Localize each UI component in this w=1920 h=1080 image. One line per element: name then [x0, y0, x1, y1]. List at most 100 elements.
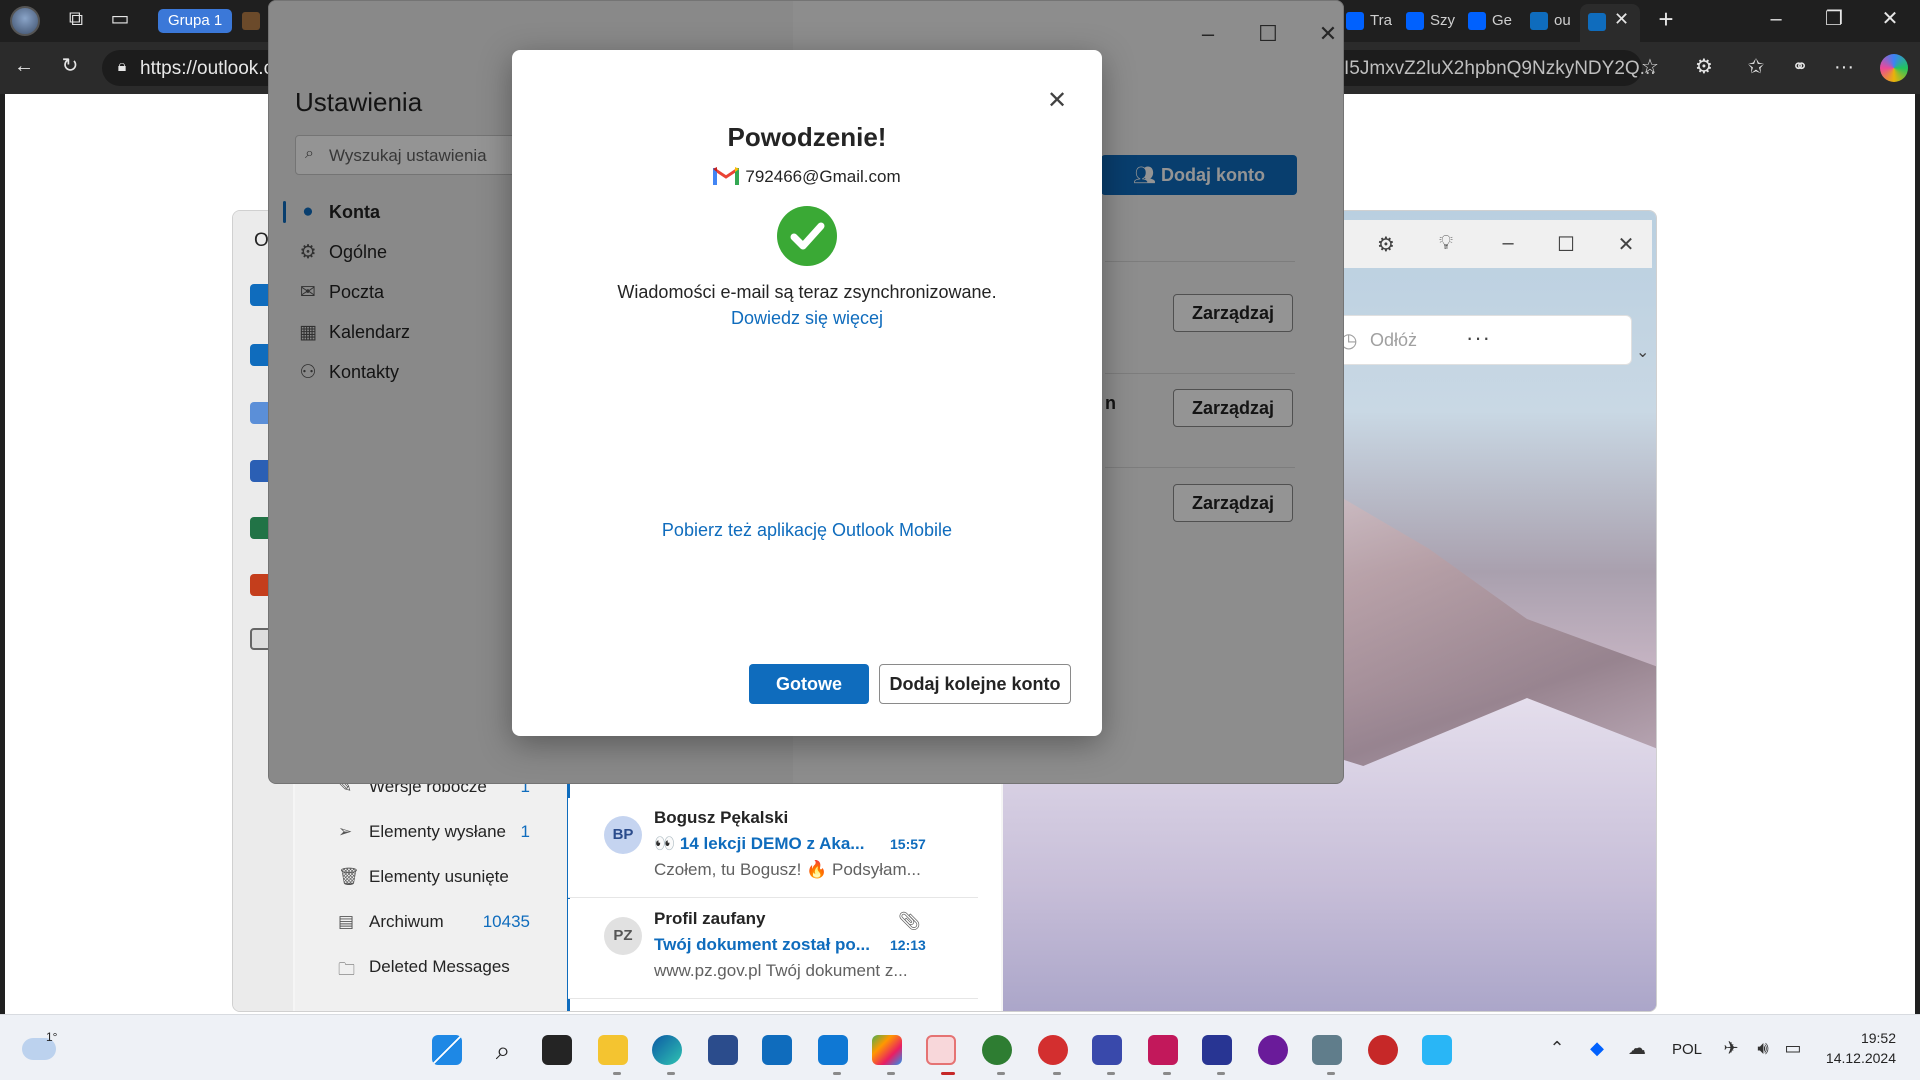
folder-deleted-messages[interactable]: Deleted Messages [369, 957, 510, 977]
tab-group-chip[interactable]: Grupa 1 [158, 9, 233, 33]
back-icon[interactable]: ← [10, 54, 38, 82]
running-indicator [1327, 1072, 1335, 1075]
account-email-row: 792466@Gmail.com [512, 166, 1102, 187]
workspaces-icon[interactable]: ⧉ [62, 7, 90, 35]
gmail-icon [713, 166, 740, 185]
minimize-icon[interactable]: – [1494, 232, 1522, 255]
vscode-icon[interactable] [926, 1035, 956, 1065]
done-button[interactable]: Gotowe [749, 664, 869, 704]
checkmark-icon [777, 206, 837, 266]
mail-time: 12:13 [890, 937, 926, 953]
folder-icon: 🗀 [338, 960, 355, 979]
outlook-letter: O [254, 230, 269, 251]
running-indicator [997, 1072, 1005, 1075]
refresh-icon[interactable]: ↻ [56, 54, 84, 82]
tab-dropbox-2[interactable]: Szy [1404, 9, 1456, 33]
photos-app-icon[interactable] [872, 1035, 902, 1065]
running-indicator [613, 1072, 621, 1075]
virtualbox-icon[interactable] [1202, 1035, 1232, 1065]
davinci-icon[interactable] [1148, 1035, 1178, 1065]
send-icon: ➢ [338, 822, 353, 841]
lock-icon[interactable]: 🔒︎ [108, 55, 136, 83]
tab-dropbox-3[interactable]: Ge [1466, 9, 1518, 33]
avatar: BP [604, 816, 642, 854]
running-indicator [887, 1072, 895, 1075]
file-explorer-icon[interactable] [598, 1035, 628, 1065]
weather-temperature: 1° [46, 1030, 58, 1044]
folder-count: 10435 [482, 912, 530, 931]
volume-icon[interactable]: 🔊︎ [1752, 1038, 1774, 1059]
network-app-icon[interactable] [1092, 1035, 1122, 1065]
lightbulb-icon[interactable]: 💡︎ [1432, 232, 1460, 255]
dropbox-tray-icon[interactable]: ◆ [1586, 1038, 1608, 1059]
list-item[interactable]: BP Bogusz Pękalski 👀 14 lekcji DEMO z Ak… [568, 798, 978, 898]
clock-date[interactable]: 14.12.2024 [1804, 1050, 1896, 1066]
tab-label: Ge [1492, 12, 1513, 29]
chevron-down-icon[interactable]: ⌄ [1636, 342, 1649, 362]
running-indicator [1107, 1072, 1115, 1075]
dialog-title: Powodzenie! [727, 122, 887, 152]
outlook-icon [1588, 13, 1606, 31]
snooze-button[interactable]: Odłóż [1370, 330, 1417, 351]
battery-icon[interactable]: ▭ [1782, 1038, 1804, 1059]
url-tail-text[interactable]: I5JmxvZ2luX2hpbnQ9NzkyNDY2Q... [1344, 58, 1656, 80]
tab-dropbox-1[interactable]: Tra [1344, 9, 1396, 33]
copilot-icon[interactable] [1880, 54, 1908, 82]
extensions-icon[interactable]: ⚙ [1690, 55, 1718, 83]
search-icon[interactable]: ⌕ [488, 1035, 518, 1065]
tab-actions-icon[interactable]: ▭ [106, 7, 134, 35]
success-dialog: ✕ Powodzenie! 792466@Gmail.com Wiadomośc… [512, 50, 1102, 736]
store-icon[interactable] [762, 1035, 792, 1065]
close-icon[interactable]: ✕ [1612, 232, 1640, 257]
more-icon[interactable]: ··· [1830, 55, 1858, 83]
airplane-icon[interactable]: ✈ [1720, 1038, 1742, 1059]
clock-time[interactable]: 19:52 [1820, 1030, 1896, 1046]
remote-app-icon[interactable] [1312, 1035, 1342, 1065]
add-another-account-button[interactable]: Dodaj kolejne konto [879, 664, 1071, 704]
github-icon[interactable] [1258, 1035, 1288, 1065]
restore-icon[interactable]: ❐ [1820, 7, 1848, 35]
running-indicator [1053, 1072, 1061, 1075]
folder-count: 1 [520, 822, 530, 841]
tab-label: ou [1554, 12, 1571, 29]
language-indicator[interactable]: POL [1672, 1041, 1702, 1058]
archive-icon: ▤ [338, 912, 355, 931]
outlook-icon[interactable] [818, 1035, 848, 1065]
notepad-icon[interactable] [1422, 1035, 1452, 1065]
favorite-star-icon[interactable]: ☆ [1636, 55, 1664, 83]
folder-archive[interactable]: Archiwum [369, 912, 444, 932]
close-icon[interactable]: ✕ [1042, 86, 1072, 116]
learn-more-link[interactable]: Dowiedz się więcej [512, 308, 1102, 329]
tab-collapsed[interactable] [240, 9, 270, 33]
edge-icon[interactable] [652, 1035, 682, 1065]
globe-app-icon[interactable] [982, 1035, 1012, 1065]
onedrive-icon[interactable]: ☁ [1626, 1038, 1648, 1059]
maximize-icon[interactable]: ☐ [1552, 232, 1580, 257]
url-text[interactable]: https://outlook.c [140, 58, 280, 80]
favorites-icon[interactable]: ✩ [1742, 55, 1770, 83]
minimize-icon[interactable]: – [1762, 7, 1790, 35]
more-actions-button[interactable]: ··· [1466, 325, 1491, 351]
chevron-up-icon[interactable]: ⌃ [1546, 1038, 1568, 1059]
pdf-app-icon[interactable] [1038, 1035, 1068, 1065]
paperclip-icon: 📎︎ [898, 911, 921, 931]
outlook-mobile-link[interactable]: Pobierz też aplikację Outlook Mobile [512, 520, 1102, 541]
gear-icon[interactable]: ⚙ [1372, 232, 1400, 257]
close-window-icon[interactable]: ✕ [1876, 7, 1904, 35]
mail-sender: Profil zaufany [654, 909, 766, 928]
tab-favicon [242, 12, 260, 30]
close-tab-icon[interactable]: ✕ [1614, 9, 1629, 30]
list-item[interactable]: PZ Profil zaufany 📎︎ Twój dokument zosta… [568, 899, 978, 999]
task-view-icon[interactable] [542, 1035, 572, 1065]
rad-app-icon[interactable] [1368, 1035, 1398, 1065]
profile-avatar[interactable] [10, 6, 40, 36]
save-app-icon[interactable] [708, 1035, 738, 1065]
tab-outlook-1[interactable]: ou [1528, 9, 1578, 33]
start-icon[interactable] [432, 1035, 462, 1065]
dropbox-icon [1468, 12, 1486, 30]
new-tab-icon[interactable]: + [1652, 6, 1680, 35]
collections-icon[interactable]: ⚭ [1786, 55, 1814, 83]
folder-deleted[interactable]: Elementy usunięte [369, 867, 509, 887]
tab-active-outlook[interactable]: ✕ [1580, 4, 1640, 42]
mail-subject: 👀 14 lekcji DEMO z Aka... [654, 834, 865, 853]
